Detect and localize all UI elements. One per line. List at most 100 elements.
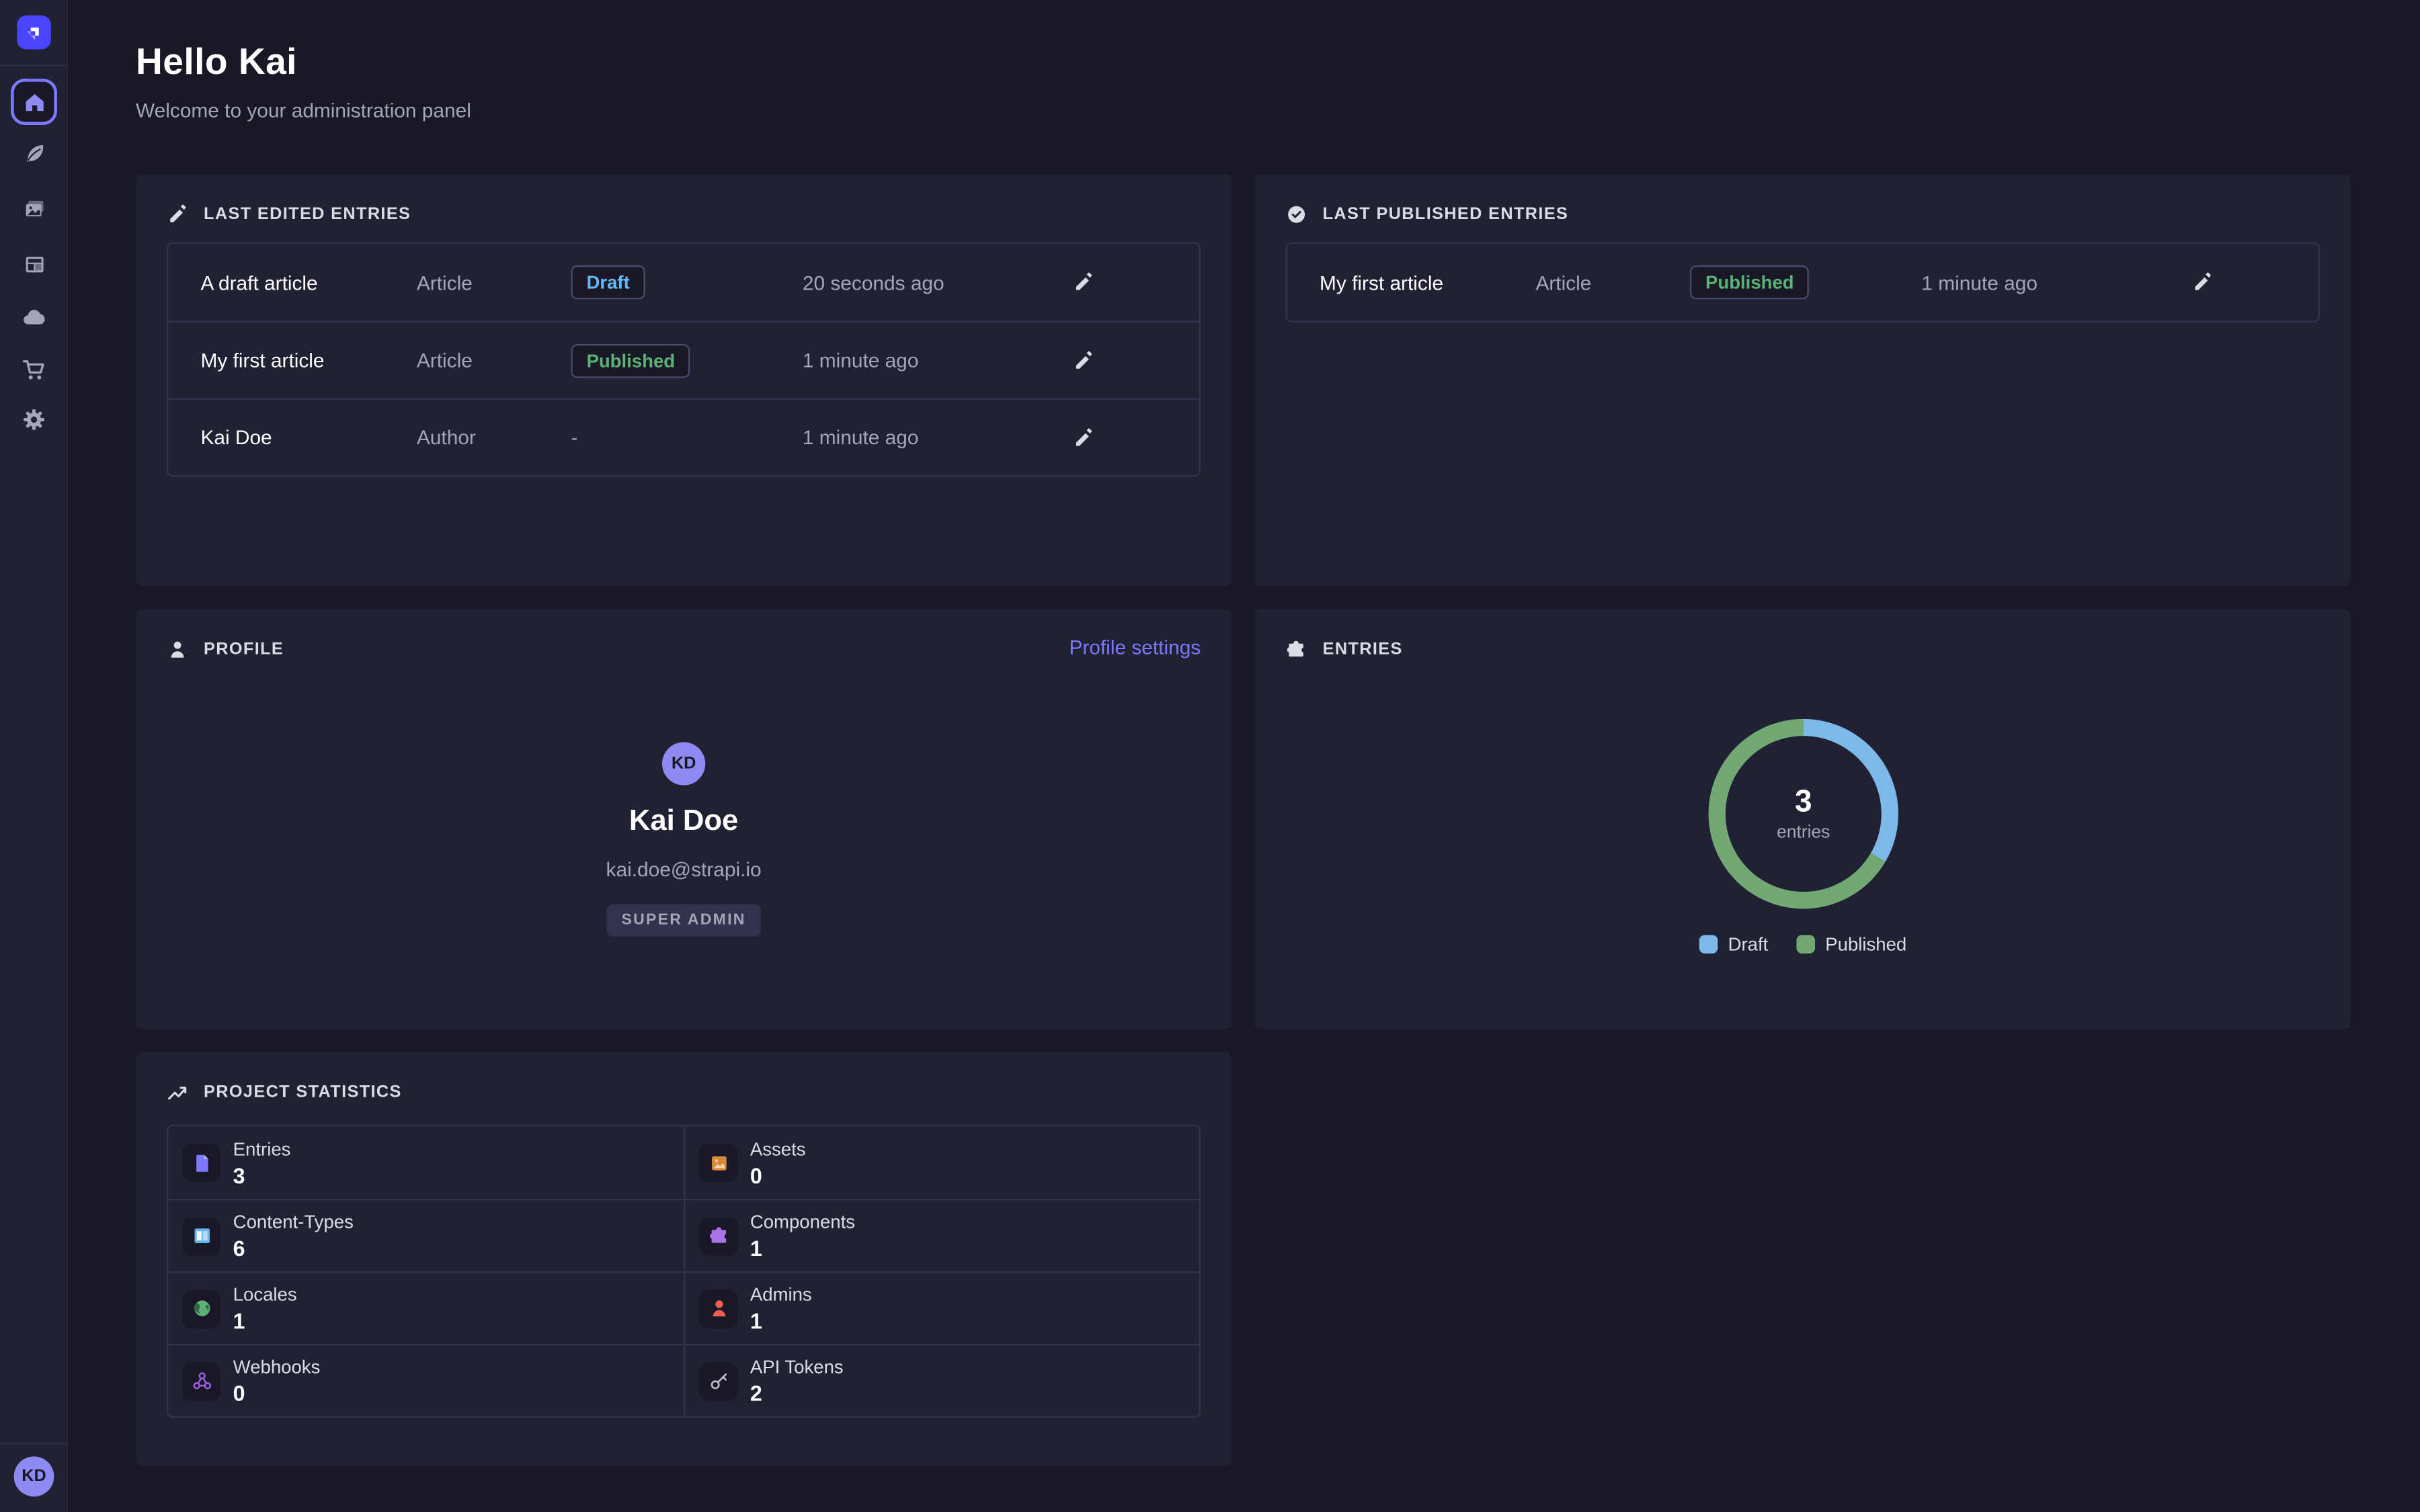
legend-label: Published <box>1825 933 1906 955</box>
strapi-admin-dashboard: KD Hello Kai Welcome to your administrat… <box>0 0 2420 1512</box>
pencil-icon <box>167 204 188 225</box>
statistics-grid: Entries 3 Assets 0 <box>167 1125 1201 1418</box>
page-title: Hello Kai <box>136 42 297 85</box>
pencil-icon <box>1073 271 1094 293</box>
stat-label: Assets <box>750 1138 806 1159</box>
panel-title: LAST PUBLISHED ENTRIES <box>1323 205 1569 224</box>
status-empty: - <box>571 426 802 449</box>
entry-name: Kai Doe <box>200 426 416 449</box>
entries-panel: ENTRIES 3 entries Draft Published <box>1255 610 2351 1029</box>
webhook-icon <box>182 1361 220 1400</box>
entry-time: 1 minute ago <box>1921 271 2087 294</box>
stat-value: 6 <box>233 1236 354 1261</box>
entry-type: Article <box>417 349 571 372</box>
sidebar-item-cloud[interactable] <box>12 296 55 339</box>
table-row[interactable]: Kai Doe Author - 1 minute ago <box>168 398 1199 475</box>
strapi-logo[interactable] <box>17 15 51 50</box>
stat-value: 0 <box>233 1381 321 1406</box>
stat-label: API Tokens <box>750 1356 844 1378</box>
stat-value: 0 <box>750 1163 806 1187</box>
entries-count-label: entries <box>1777 824 1830 843</box>
profile-email: kai.doe@strapi.io <box>606 858 762 881</box>
panel-header: ENTRIES <box>1285 639 1402 661</box>
profile-avatar: KD <box>662 742 705 785</box>
last-edited-table: A draft article Article Draft 20 seconds… <box>167 242 1201 476</box>
entry-time: 20 seconds ago <box>803 271 968 294</box>
stat-label: Entries <box>233 1138 291 1159</box>
entry-time: 1 minute ago <box>803 426 968 449</box>
status-badge: Published <box>1690 265 1810 300</box>
stat-label: Content-Types <box>233 1211 354 1232</box>
profile-name: Kai Doe <box>629 805 738 839</box>
donut-center: 3 entries <box>1709 719 1898 909</box>
key-icon <box>699 1361 737 1400</box>
role-badge: SUPER ADMIN <box>606 904 762 936</box>
check-circle-icon <box>1285 204 1307 225</box>
pencil-icon <box>2191 271 2213 293</box>
entry-type: Article <box>1535 271 1690 294</box>
published-swatch <box>1796 935 1815 954</box>
sidebar-item-content-manager[interactable] <box>12 131 55 174</box>
sidebar-item-home[interactable] <box>11 79 57 125</box>
person-icon <box>167 639 188 661</box>
sidebar-divider-top <box>0 65 67 66</box>
picture-icon <box>699 1143 737 1181</box>
stat-locales: Locales 1 <box>168 1271 684 1344</box>
strapi-logo-glyph <box>23 22 44 43</box>
entry-type: Author <box>417 426 571 449</box>
sidebar-item-settings[interactable] <box>12 398 55 441</box>
profile-panel: PROFILE Profile settings KD Kai Doe kai.… <box>136 610 1232 1029</box>
panel-header: LAST EDITED ENTRIES <box>167 204 411 225</box>
page-subtitle: Welcome to your administration panel <box>136 99 471 122</box>
entries-count: 3 <box>1795 786 1812 821</box>
entry-time: 1 minute ago <box>803 349 968 372</box>
edit-entry-button[interactable] <box>1059 335 1108 384</box>
draft-swatch <box>1699 935 1718 954</box>
stat-value: 3 <box>233 1163 291 1187</box>
legend-item-published: Published <box>1796 933 1907 955</box>
panel-title: PROJECT STATISTICS <box>204 1083 402 1102</box>
stat-label: Components <box>750 1211 855 1232</box>
sidebar: KD <box>0 0 68 1512</box>
last-edited-entries-panel: LAST EDITED ENTRIES A draft article Arti… <box>136 174 1232 586</box>
content-type-builder-layout-icon <box>22 252 45 275</box>
edit-entry-button[interactable] <box>1059 413 1108 462</box>
content-manager-feather-icon <box>22 141 45 164</box>
sidebar-item-marketplace[interactable] <box>12 349 55 392</box>
stat-value: 1 <box>233 1308 297 1333</box>
entries-donut-chart: 3 entries <box>1709 719 1898 909</box>
edit-entry-button[interactable] <box>1059 257 1108 306</box>
panel-title: PROFILE <box>204 640 284 659</box>
edit-entry-button[interactable] <box>2178 257 2227 306</box>
globe-icon <box>182 1289 220 1327</box>
panel-title: LAST EDITED ENTRIES <box>204 205 411 224</box>
marketplace-cart-icon <box>22 358 46 383</box>
panel-header: PROFILE <box>167 639 284 661</box>
stat-content-types: Content-Types 6 <box>168 1199 684 1271</box>
sidebar-item-media-library[interactable] <box>12 187 55 230</box>
stat-label: Webhooks <box>233 1356 321 1378</box>
table-row[interactable]: A draft article Article Draft 20 seconds… <box>168 244 1199 321</box>
puzzle-icon <box>699 1216 737 1255</box>
table-row[interactable]: My first article Article Published 1 min… <box>168 321 1199 398</box>
home-icon <box>22 90 45 113</box>
media-library-pictures-icon <box>22 197 45 220</box>
last-published-table: My first article Article Published 1 min… <box>1285 242 2319 322</box>
trending-up-icon <box>167 1081 188 1103</box>
stat-label: Locales <box>233 1284 297 1305</box>
user-avatar[interactable]: KD <box>14 1456 54 1497</box>
profile-settings-link[interactable]: Profile settings <box>1069 636 1201 659</box>
sidebar-item-content-type-builder[interactable] <box>12 242 55 285</box>
entry-name: My first article <box>200 349 416 372</box>
table-row[interactable]: My first article Article Published 1 min… <box>1287 244 2318 321</box>
stat-value: 1 <box>750 1308 812 1333</box>
cloud-icon <box>22 306 46 331</box>
user-icon <box>699 1289 737 1327</box>
stat-api-tokens: API Tokens 2 <box>684 1344 1199 1417</box>
panel-header: LAST PUBLISHED ENTRIES <box>1285 204 1568 225</box>
settings-gear-icon <box>22 407 46 432</box>
legend-item-draft: Draft <box>1699 933 1768 955</box>
status-badge: Published <box>571 343 690 378</box>
sidebar-divider-bottom <box>0 1443 67 1444</box>
status-badge: Draft <box>571 265 645 300</box>
